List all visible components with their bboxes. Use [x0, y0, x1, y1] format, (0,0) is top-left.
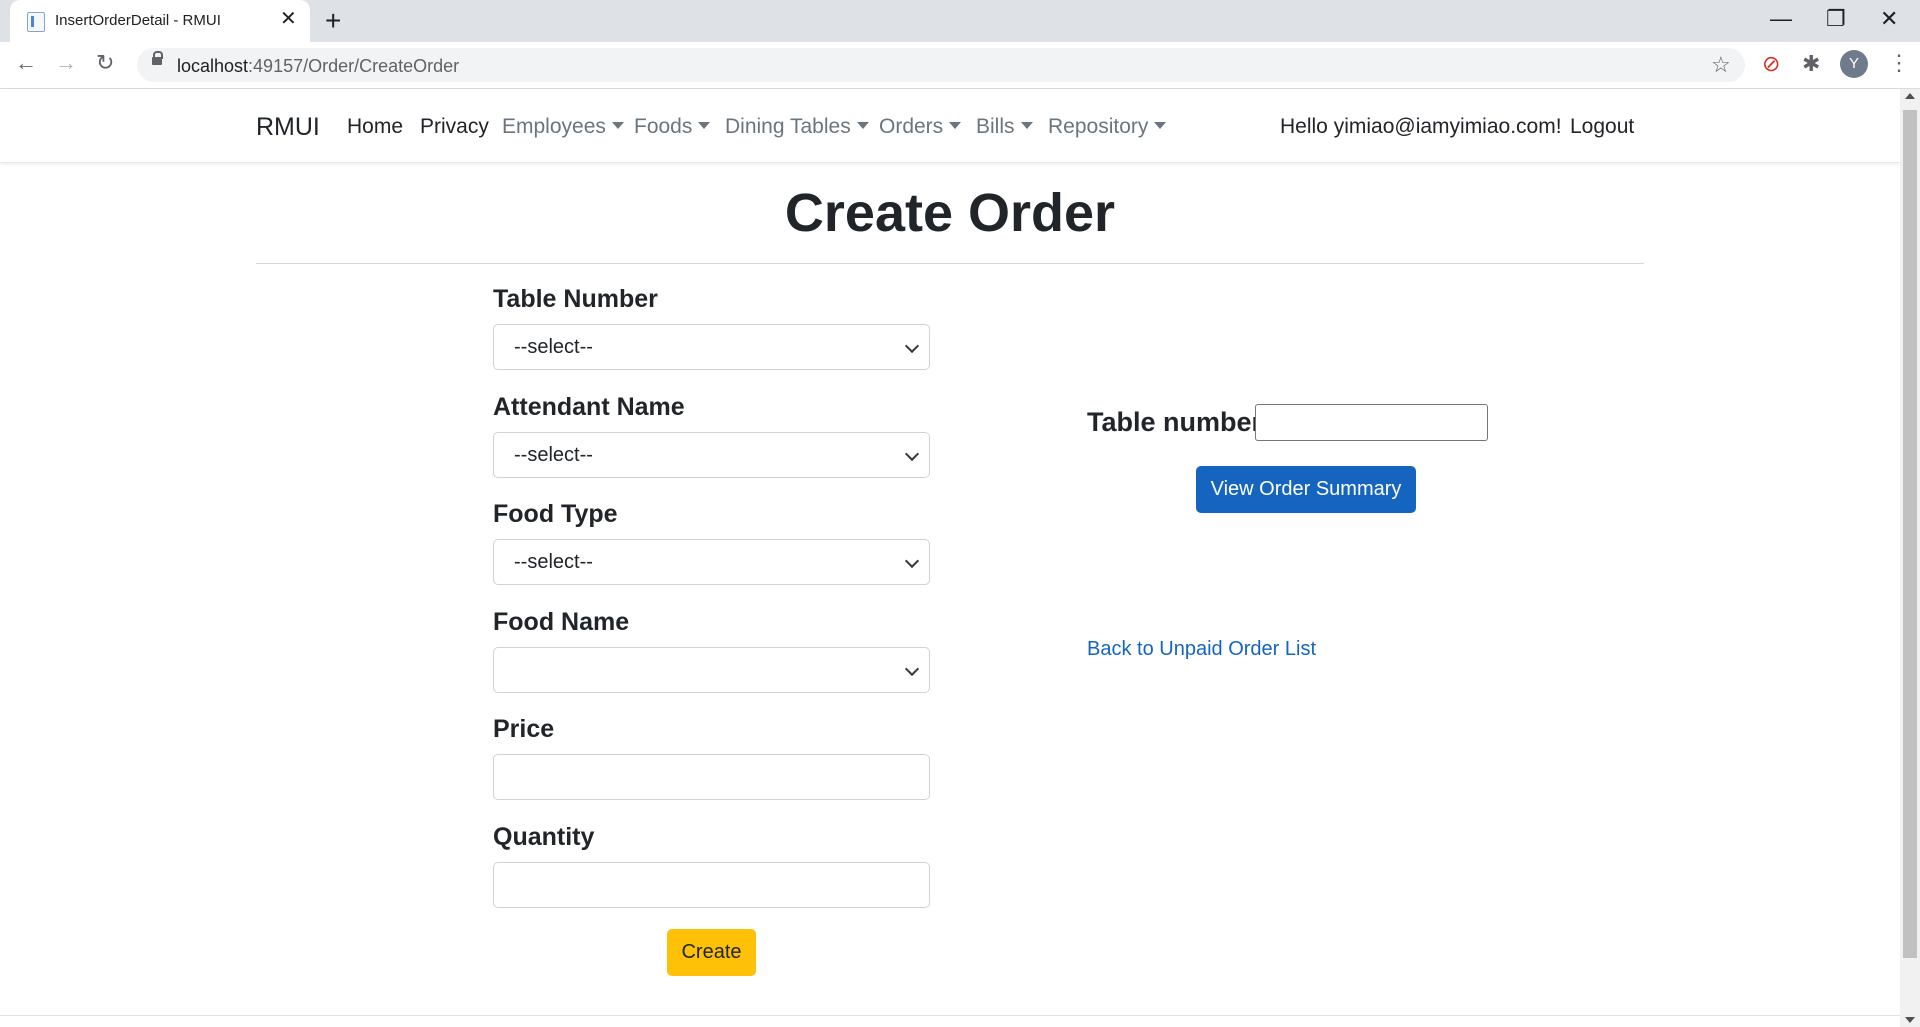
food-type-select[interactable]: --select-- — [493, 539, 930, 585]
close-tab-icon[interactable]: ✕ — [280, 8, 297, 30]
avatar[interactable]: Y — [1840, 50, 1868, 78]
restore-icon[interactable]: ❐ — [1826, 4, 1846, 34]
page-content: RMUI Home Privacy Employees Foods Dining… — [0, 89, 1900, 1027]
back-to-unpaid-order-list-link[interactable]: Back to Unpaid Order List — [1087, 638, 1316, 661]
chevron-down-icon — [904, 446, 920, 462]
minimize-icon[interactable]: — — [1770, 4, 1792, 34]
forward-arrow-icon[interactable]: → — [55, 50, 77, 76]
address-bar[interactable]: localhost:49157/Order/CreateOrder ☆ — [137, 48, 1745, 82]
quantity-label: Quantity — [493, 823, 595, 851]
nav-employees[interactable]: Employees — [502, 115, 624, 139]
user-greeting[interactable]: Hello yimiao@iamyimiao.com! — [1280, 115, 1562, 139]
create-button[interactable]: Create — [667, 929, 756, 976]
reload-icon[interactable]: ↻ — [96, 50, 114, 76]
new-tab-icon[interactable]: + — [325, 6, 341, 36]
caret-down-icon — [1020, 122, 1033, 129]
view-order-summary-button[interactable]: View Order Summary — [1196, 466, 1416, 513]
footer-divider — [0, 1015, 1900, 1016]
brand-link[interactable]: RMUI — [256, 113, 320, 142]
divider — [256, 263, 1644, 264]
extension-icon[interactable]: ⊘ — [1762, 52, 1780, 76]
food-type-label: Food Type — [493, 500, 618, 528]
scrollbar-thumb[interactable] — [1903, 110, 1917, 958]
chevron-down-icon — [904, 661, 920, 677]
tab-title: InsertOrderDetail - RMUI — [55, 12, 221, 29]
lock-icon — [152, 51, 163, 65]
attendant-name-label: Attendant Name — [493, 393, 685, 421]
attendant-name-select-value: --select-- — [514, 444, 593, 466]
chevron-down-icon — [904, 338, 920, 354]
price-input[interactable] — [493, 754, 930, 800]
back-arrow-icon[interactable]: ← — [15, 50, 37, 76]
logout-link[interactable]: Logout — [1570, 115, 1634, 139]
nav-foods[interactable]: Foods — [634, 115, 711, 139]
browser-toolbar: ← → ↻ localhost:49157/Order/CreateOrder … — [0, 42, 1920, 89]
nav-privacy[interactable]: Privacy — [420, 115, 489, 139]
browser-menu-icon[interactable]: ⋮ — [1888, 50, 1910, 76]
food-name-select[interactable] — [493, 647, 930, 693]
page-favicon-icon — [27, 12, 45, 32]
table-number-select-value: --select-- — [514, 336, 593, 358]
nav-repository[interactable]: Repository — [1048, 115, 1167, 139]
nav-home[interactable]: Home — [347, 115, 403, 139]
price-label: Price — [493, 715, 555, 743]
side-table-number-label: Table number: — [1087, 407, 1272, 437]
browser-tab-strip: InsertOrderDetail - RMUI ✕ + — ❐ ✕ — [0, 0, 1920, 42]
puzzle-icon[interactable]: ✱ — [1802, 52, 1820, 76]
scroll-up-arrow-icon[interactable] — [1905, 93, 1915, 99]
chevron-down-icon — [904, 553, 920, 569]
caret-down-icon — [949, 122, 962, 129]
food-type-select-value: --select-- — [514, 551, 593, 573]
browser-tab[interactable]: InsertOrderDetail - RMUI ✕ — [10, 0, 310, 42]
caret-down-icon — [856, 122, 869, 129]
table-number-label: Table Number — [493, 285, 658, 313]
nav-dining-tables[interactable]: Dining Tables — [725, 115, 869, 139]
page-title: Create Order — [784, 183, 1116, 243]
caret-down-icon — [611, 122, 624, 129]
scroll-down-arrow-icon[interactable] — [1905, 1017, 1915, 1023]
site-navbar: RMUI Home Privacy Employees Foods Dining… — [0, 89, 1900, 163]
table-number-select[interactable]: --select-- — [493, 324, 930, 370]
caret-down-icon — [698, 122, 711, 129]
caret-down-icon — [1154, 122, 1167, 129]
bookmark-star-icon[interactable]: ☆ — [1711, 52, 1731, 78]
nav-bills[interactable]: Bills — [976, 115, 1033, 139]
close-window-icon[interactable]: ✕ — [1880, 4, 1898, 34]
food-name-label: Food Name — [493, 608, 630, 636]
quantity-input[interactable] — [493, 862, 930, 908]
side-table-number-input[interactable] — [1255, 404, 1488, 441]
url-text: localhost:49157/Order/CreateOrder — [177, 56, 460, 76]
nav-orders[interactable]: Orders — [879, 115, 962, 139]
attendant-name-select[interactable]: --select-- — [493, 432, 930, 478]
